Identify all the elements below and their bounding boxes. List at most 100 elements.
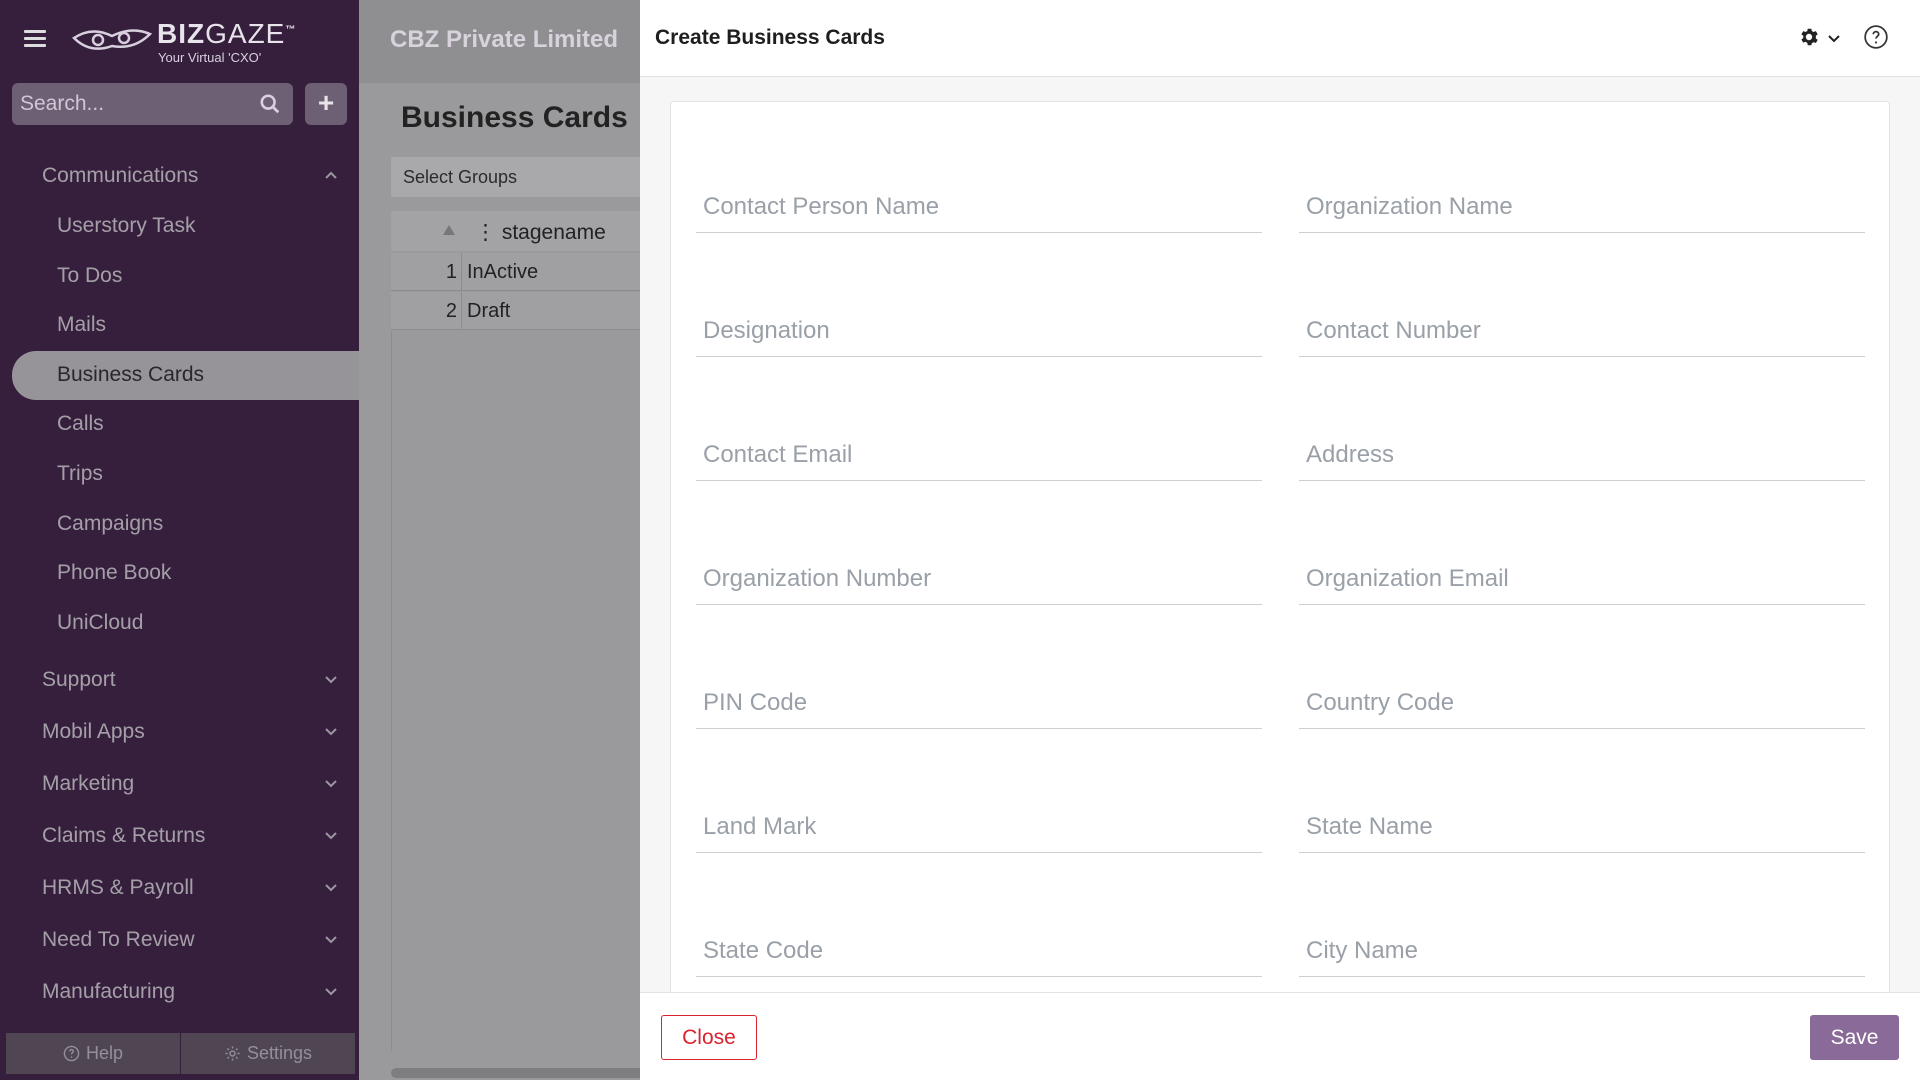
sidebar-item-unicloud[interactable]: UniCloud xyxy=(0,599,359,649)
sidebar-item-to-dos[interactable]: To Dos xyxy=(0,252,359,302)
main-content: Business Cards Select Groups ⋮ stagename… xyxy=(359,83,651,1080)
help-circle-icon[interactable] xyxy=(1863,24,1889,50)
chevron-up-icon xyxy=(325,171,337,179)
logo-brand: BIZ xyxy=(157,18,206,49)
sidebar-item-campaigns[interactable]: Campaigns xyxy=(0,500,359,550)
sidebar-group-hrms-payroll[interactable]: HRMS & Payroll xyxy=(0,862,359,914)
save-button[interactable]: Save xyxy=(1810,1015,1899,1060)
country-code-field[interactable] xyxy=(1299,679,1865,727)
contact-person-name-field[interactable] xyxy=(696,183,1262,231)
page-title: Business Cards xyxy=(401,101,628,134)
settings-dropdown[interactable] xyxy=(1798,26,1844,50)
form-card xyxy=(670,101,1890,992)
organization-name-field-wrap xyxy=(1299,183,1865,233)
sidebar-group-label: Mobil Apps xyxy=(42,720,145,744)
chevron-down-icon xyxy=(325,884,337,892)
sidebar-item-label: Campaigns xyxy=(57,511,164,535)
organization-email-field-wrap xyxy=(1299,555,1865,605)
state-name-field-wrap xyxy=(1299,803,1865,853)
topbar: BIZGAZE™ Your Virtual 'CXO' CBZ Private … xyxy=(0,0,640,83)
logo: BIZGAZE™ Your Virtual 'CXO' xyxy=(72,16,295,66)
sidebar-item-label: Trips xyxy=(57,461,103,485)
land-mark-field[interactable] xyxy=(696,803,1262,851)
contact-email-field[interactable] xyxy=(696,431,1262,479)
sidebar-group-marketing[interactable]: Marketing xyxy=(0,758,359,810)
sidebar-item-label: To Dos xyxy=(57,263,123,287)
gear-icon xyxy=(1801,28,1818,46)
sidebar-group-label: Manufacturing xyxy=(42,980,176,1004)
sort-up-icon[interactable] xyxy=(443,225,455,235)
organization-number-field[interactable] xyxy=(696,555,1262,603)
grid-column-header[interactable]: ⋮ stagename xyxy=(475,220,606,245)
designation-field[interactable] xyxy=(696,307,1262,355)
sidebar-item-mails[interactable]: Mails xyxy=(0,301,359,351)
create-business-card-panel: Create Business Cards Close Save xyxy=(640,0,1920,1080)
panel-body xyxy=(640,77,1920,992)
sidebar-item-trips[interactable]: Trips xyxy=(0,450,359,500)
address-field-wrap xyxy=(1299,431,1865,481)
panel-footer: Close Save xyxy=(640,992,1920,1080)
contact-person-name-field-wrap xyxy=(696,183,1262,233)
row-stagename: Draft xyxy=(467,300,511,322)
organization-email-field[interactable] xyxy=(1299,555,1865,603)
sidebar-item-phone-book[interactable]: Phone Book xyxy=(0,549,359,599)
sidebar-group-manufacturing[interactable]: Manufacturing xyxy=(0,966,359,1018)
city-name-field[interactable] xyxy=(1299,927,1865,975)
horizontal-scrollbar[interactable] xyxy=(391,1068,651,1078)
sidebar-group-mobil-apps[interactable]: Mobil Apps xyxy=(0,706,359,758)
row-number: 1 xyxy=(445,261,457,283)
sidebar-group-communications[interactable]: Communications xyxy=(0,150,359,202)
sidebar-item-business-cards[interactable]: Business Cards xyxy=(12,350,359,401)
logo-tagline: Your Virtual 'CXO' xyxy=(158,50,262,65)
chevron-down-icon xyxy=(325,988,337,996)
table-row[interactable]: 1 InActive xyxy=(391,253,651,291)
help-label: Help xyxy=(85,1043,124,1063)
state-code-field[interactable] xyxy=(696,927,1262,975)
plus-icon: + xyxy=(317,87,335,118)
select-groups-dropdown[interactable]: Select Groups xyxy=(391,157,651,197)
sidebar-group-support[interactable]: Support xyxy=(0,654,359,706)
chevron-down-icon xyxy=(325,728,337,736)
sidebar-nav: Communications Userstory Task To Dos Mails B… xyxy=(0,150,359,1018)
contact-email-field-wrap xyxy=(696,431,1262,481)
sidebar-item-userstory-task[interactable]: Userstory Task xyxy=(0,202,359,252)
table-row[interactable]: 2 Draft xyxy=(391,292,651,330)
sidebar-group-need-to-review[interactable]: Need To Review xyxy=(0,914,359,966)
grid-column-label: stagename xyxy=(501,221,606,244)
city-name-field-wrap xyxy=(1299,927,1865,977)
sidebar-group-claims-returns[interactable]: Claims & Returns xyxy=(0,810,359,862)
sidebar-item-calls[interactable]: Calls xyxy=(0,400,359,450)
search-icon[interactable] xyxy=(259,93,281,115)
sidebar: Communications Userstory Task To Dos Mails B… xyxy=(0,0,359,1080)
chevron-down-icon xyxy=(325,676,337,684)
pin-code-field[interactable] xyxy=(696,679,1262,727)
organization-name-field[interactable] xyxy=(1299,183,1865,231)
state-code-field-wrap xyxy=(696,927,1262,977)
sidebar-item-label: Calls xyxy=(57,412,104,436)
gear-icon xyxy=(225,1046,240,1061)
sidebar-group-label: Communications xyxy=(42,164,199,187)
company-name: CBZ Private Limited xyxy=(390,26,619,53)
address-field[interactable] xyxy=(1299,431,1865,479)
sidebar-group-label: Need To Review xyxy=(42,928,195,952)
help-circle-icon xyxy=(63,1045,80,1062)
chevron-down-icon xyxy=(325,832,337,840)
help-button[interactable]: Help xyxy=(6,1033,180,1074)
contact-number-field[interactable] xyxy=(1299,307,1865,355)
logo-brand2: GAZE xyxy=(205,18,286,49)
country-code-field-wrap xyxy=(1299,679,1865,729)
search-input[interactable] xyxy=(12,83,252,125)
settings-label: Settings xyxy=(246,1043,313,1063)
state-name-field[interactable] xyxy=(1299,803,1865,851)
sidebar-item-label: UniCloud xyxy=(57,610,144,634)
close-button[interactable]: Close xyxy=(661,1015,757,1060)
sidebar-footer: Help Settings xyxy=(6,1033,355,1074)
sidebar-group-label: Marketing xyxy=(42,772,135,796)
sidebar-item-label: Phone Book xyxy=(57,561,172,585)
designation-field-wrap xyxy=(696,307,1262,357)
add-button[interactable]: + xyxy=(305,83,347,125)
settings-button[interactable]: Settings xyxy=(180,1033,355,1074)
hamburger-icon[interactable] xyxy=(24,30,46,48)
grid-header: ⋮ stagename xyxy=(391,211,651,251)
land-mark-field-wrap xyxy=(696,803,1262,853)
